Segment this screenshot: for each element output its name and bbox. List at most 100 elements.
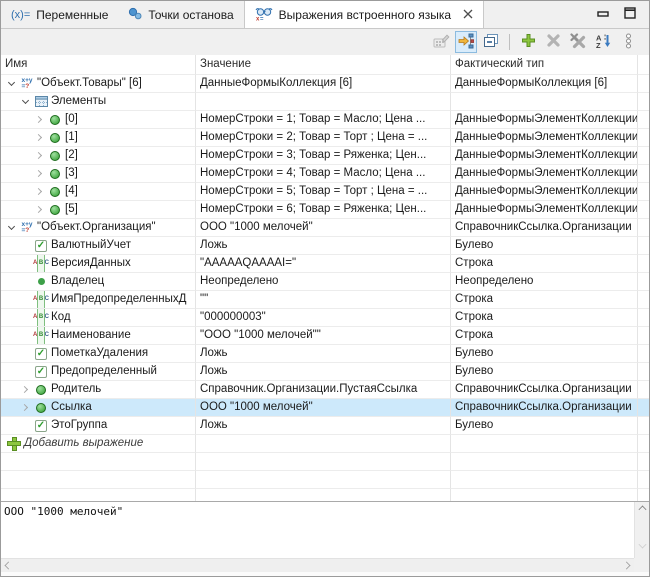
spare-cell — [638, 93, 649, 111]
type-cell: СправочникСсылка.Организации — [451, 381, 638, 399]
spare-cell — [638, 255, 649, 273]
vertical-scrollbar[interactable] — [634, 502, 649, 558]
show-in-tree-icon — [458, 33, 475, 52]
tree-row[interactable]: A B C Наименование "ООО "1000 мелочей"" Строк… — [1, 327, 649, 345]
more-options-button[interactable] — [617, 31, 639, 53]
tree-row[interactable]: [4] НомерСтроки = 5; Товар = Торт ; Цена … — [1, 183, 649, 201]
tab-expressions[interactable]: x = Выражения встроенного языка — [243, 1, 485, 28]
expander-collapsed-icon[interactable] — [33, 187, 46, 196]
column-header-name[interactable]: Имя — [1, 55, 196, 75]
tree-row[interactable]: ✓ ВалютныйУчет Ложь Булево — [1, 237, 649, 255]
expander-collapsed-icon[interactable] — [33, 115, 46, 124]
column-header-value[interactable]: Значение — [196, 55, 451, 75]
type-cell: Строка — [451, 327, 638, 345]
spare-cell — [638, 237, 649, 255]
type-cell: ДанныеФормыЭлементКоллекции — [451, 183, 638, 201]
value-cell: Ложь — [196, 345, 451, 363]
horizontal-scrollbar[interactable] — [1, 558, 634, 572]
minimize-icon[interactable] — [597, 8, 610, 22]
scroll-right-icon[interactable] — [622, 561, 631, 570]
scroll-down-icon[interactable] — [638, 540, 646, 549]
row-name-label: Владелец — [51, 275, 105, 287]
value-cell — [196, 93, 451, 111]
collapse-all-button[interactable] — [480, 31, 502, 53]
sort-az-button[interactable]: A Z — [592, 31, 614, 53]
close-icon[interactable] — [463, 8, 473, 22]
object-icon — [46, 150, 64, 161]
expander-collapsed-icon[interactable] — [19, 403, 32, 412]
tree-row[interactable]: Элементы — [1, 93, 649, 111]
tree-row[interactable]: [5] НомерСтроки = 6; Товар = Ряженка; Цен… — [1, 201, 649, 219]
tree-row[interactable]: [1] НомерСтроки = 2; Товар = Торт ; Цена … — [1, 129, 649, 147]
expander-expanded-icon[interactable] — [19, 96, 32, 105]
tree-row[interactable]: A B C Код "000000003" Строка — [1, 309, 649, 327]
tab-label: Переменные — [36, 7, 109, 22]
expander-collapsed-icon[interactable] — [33, 205, 46, 214]
tree-row[interactable]: A B C ВерсияДанных "AAAAAQAAAAI=" Строка — [1, 255, 649, 273]
object-icon — [32, 402, 50, 413]
spare-cell — [638, 345, 649, 363]
spare-cell — [638, 111, 649, 129]
edit-expression-icon — [433, 33, 450, 52]
tree-row[interactable]: ✓ ПометкаУдаления Ложь Булево — [1, 345, 649, 363]
tree-row[interactable]: A B C ИмяПредопределенныхД "" Строка — [1, 291, 649, 309]
type-cell: ДанныеФормыЭлементКоллекции — [451, 165, 638, 183]
empty-cell — [451, 453, 638, 471]
spare-cell — [638, 291, 649, 309]
scroll-left-icon[interactable] — [4, 561, 13, 570]
name-cell: A B C Код — [1, 309, 196, 327]
column-header-type[interactable]: Фактический тип — [451, 55, 638, 75]
tree-row[interactable]: x+y =? "Объект.Организация" ООО "1000 мелоч… — [1, 219, 649, 237]
empty-cell — [451, 489, 638, 501]
object-icon — [46, 186, 64, 197]
add-expression-button[interactable] — [517, 31, 539, 53]
value-preview-text[interactable]: ООО "1000 мелочей" — [1, 502, 634, 558]
tree-row[interactable]: [3] НомерСтроки = 4; Товар = Масло; Цена … — [1, 165, 649, 183]
expander-expanded-icon[interactable] — [5, 78, 18, 87]
expander-expanded-icon[interactable] — [5, 222, 18, 231]
tree-row[interactable]: [2] НомерСтроки = 3; Товар = Ряженка; Цен… — [1, 147, 649, 165]
tree-row[interactable]: Владелец Неопределено Неопределено — [1, 273, 649, 291]
collection-icon — [32, 96, 50, 107]
add-expression-row[interactable]: Добавить выражение — [1, 435, 649, 453]
string-icon: ABC — [32, 291, 50, 308]
bottom-strip — [1, 572, 649, 576]
tab-variables[interactable]: (x)= Переменные — [1, 1, 118, 28]
value-cell: НомерСтроки = 5; Товар = Торт ; Цена = .… — [196, 183, 451, 201]
object-icon — [46, 204, 64, 215]
row-name-label: [5] — [65, 203, 78, 215]
tree-row[interactable]: [0] НомерСтроки = 1; Товар = Масло; Цена … — [1, 111, 649, 129]
scrollbar-corner — [634, 558, 649, 572]
name-cell: ✓ Предопределенный — [1, 363, 196, 381]
value-cell: "" — [196, 291, 451, 309]
value-cell: Ложь — [196, 417, 451, 435]
empty-row — [1, 471, 649, 489]
expander-collapsed-icon[interactable] — [19, 385, 32, 394]
name-cell: ✓ ПометкаУдаления — [1, 345, 196, 363]
value-cell: "000000003" — [196, 309, 451, 327]
empty-cell — [638, 489, 649, 501]
tree-row[interactable]: Ссылка ООО "1000 мелочей" СправочникСсылка… — [1, 399, 649, 417]
name-cell: [2] — [1, 147, 196, 165]
row-name-label: Предопределенный — [51, 365, 157, 377]
tree-row[interactable]: ✓ Предопределенный Ложь Булево — [1, 363, 649, 381]
expander-collapsed-icon[interactable] — [33, 169, 46, 178]
type-cell: СправочникСсылка.Организации — [451, 399, 638, 417]
maximize-icon[interactable] — [624, 7, 637, 22]
expander-collapsed-icon[interactable] — [33, 133, 46, 142]
string-icon: ABC — [32, 309, 50, 326]
tree-row[interactable]: ✓ ЭтоГруппа Ложь Булево — [1, 417, 649, 435]
delete-all-expressions-button — [567, 31, 589, 53]
value-cell: Ложь — [196, 363, 451, 381]
formula-icon: x+y =? — [21, 76, 33, 90]
tree-row[interactable]: Родитель Справочник.Организации.ПустаяСсы… — [1, 381, 649, 399]
show-in-tree-button[interactable] — [455, 31, 477, 53]
name-cell: A B C ВерсияДанных — [1, 255, 196, 273]
tab-breakpoints[interactable]: Точки останова — [118, 1, 243, 28]
expander-collapsed-icon[interactable] — [33, 151, 46, 160]
value-cell: ООО "1000 мелочей" — [196, 219, 451, 237]
type-cell: Булево — [451, 237, 638, 255]
tree-row[interactable]: x+y =? "Объект.Товары" [6] ДанныеФормыКолле… — [1, 75, 649, 93]
scroll-up-icon[interactable] — [638, 505, 646, 514]
name-cell: Элементы — [1, 93, 196, 111]
